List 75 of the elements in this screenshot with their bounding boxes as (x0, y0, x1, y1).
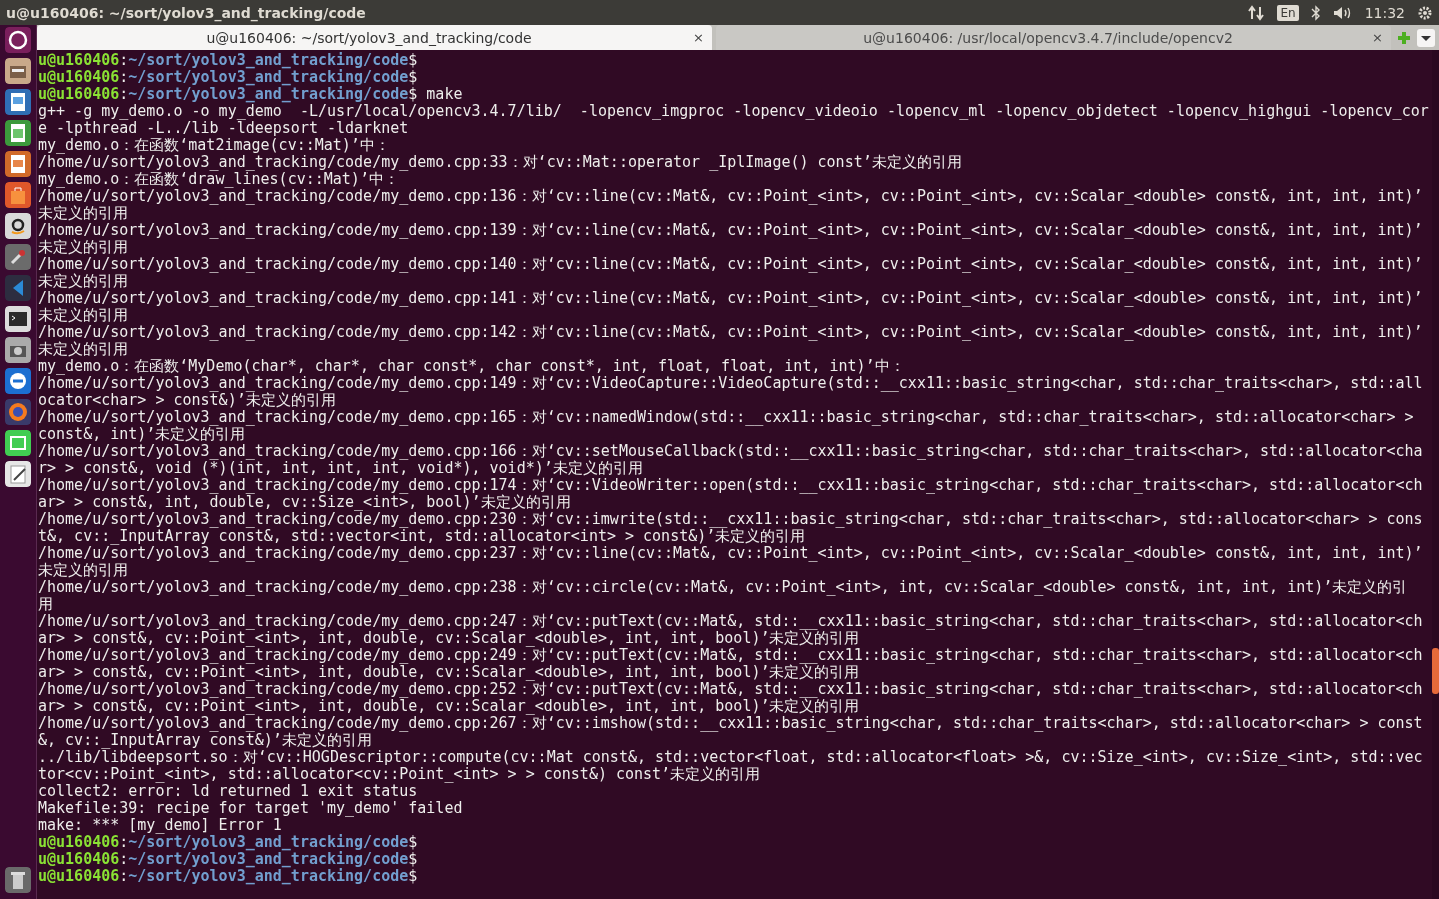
output-line: e -lpthread -L../lib -ldeepsort -ldarknet (38, 120, 409, 137)
volume-icon[interactable] (1332, 4, 1353, 21)
network-arrows-icon[interactable] (1247, 4, 1266, 21)
output-line: make: *** [my_demo] Error 1 (38, 817, 282, 834)
output-line: &, cv::_InputArray const&)’未定义的引用 (38, 732, 372, 749)
output-line: my_demo.o：在函数‘draw_lines(cv::Mat)’中： (38, 171, 399, 188)
output-line: /home/u/sort/yolov3_and_tracking/code/my_demo.cpp:142：对‘cv::line(cv::Mat&, cv::Point_<int>, cv::Point_<int>, cv::Scalar_<double> const&, int, int, int)’ (38, 324, 1423, 341)
output-line: /home/u/sort/yolov3_and_tracking/code/my_demo.cpp:166：对‘cv::setMouseCallback(std::__cxx11::basic_string<char, std::char_traits<char>, std::allocator<cha (38, 443, 1423, 460)
output-line: /home/u/sort/yolov3_and_tracking/code/my_demo.cpp:174：对‘cv::VideoWriter::open(std::__cxx11::basic_string<char, std::char_traits<char>, std::allocator<ch (38, 477, 1423, 494)
output-line: /home/u/sort/yolov3_and_tracking/code/my_demo.cpp:267：对‘cv::imshow(std::__cxx11::basic_string<char, std::char_traits<char>, std::allocator<char> > const (38, 715, 1423, 732)
presentation-icon[interactable] (5, 151, 31, 177)
prompt-line: u@u160406:~/sort/yolov3_and_tracking/code$ (38, 52, 418, 69)
prompt-line: u@u160406:~/sort/yolov3_and_tracking/code$ (38, 69, 418, 86)
output-line: 未定义的引用 (38, 205, 128, 222)
document-icon[interactable] (5, 89, 31, 115)
output-line: ocator<char> > const&)’未定义的引用 (38, 392, 336, 409)
shopping-bag-icon[interactable] (5, 182, 31, 208)
output-line: ar> > const&, int, double, cv::Size_<int>, bool)’未定义的引用 (38, 494, 571, 511)
output-line: /home/u/sort/yolov3_and_tracking/code/my_demo.cpp:247：对‘cv::putText(cv::Mat&, std::__cxx11::basic_string<char, std::char_traits<char>, std::allocator<ch (38, 613, 1423, 630)
tab-menu-dropdown[interactable] (1417, 28, 1435, 47)
output-line: t&, cv::_InputArray const&, std::vector<int, std::allocator<int> > const&)’未定义的引用 (38, 528, 806, 545)
output-line: ar> > const&, cv::Point_<int>, int, double, cv::Scalar_<double>, int, int, bool)’未定义的引用 (38, 630, 860, 647)
trash-icon[interactable] (5, 867, 31, 893)
output-line: /home/u/sort/yolov3_and_tracking/code/my_demo.cpp:141：对‘cv::line(cv::Mat&, cv::Point_<int>, cv::Point_<int>, cv::Scalar_<double> const&, int, int, int)’ (38, 290, 1423, 307)
spreadsheet-icon[interactable] (5, 120, 31, 146)
scrollbar-thumb[interactable] (1432, 648, 1439, 694)
output-line: 未定义的引用 (38, 239, 128, 256)
scrollbar[interactable] (1432, 50, 1439, 899)
output-line: my_demo.o：在函数‘mat2image(cv::Mat)’中： (38, 137, 390, 154)
bluetooth-icon[interactable] (1310, 4, 1321, 21)
prompt-line: u@u160406:~/sort/yolov3_and_tracking/code$ (38, 851, 418, 868)
output-line: tor<cv::Point_<int>, std::allocator<cv::Point_<int> > > const&) const’未定义的引用 (38, 766, 761, 783)
output-line: r> > const&, void (*)(int, int, int, int, void*), void*)’未定义的引用 (38, 460, 643, 477)
output-line: /home/u/sort/yolov3_and_tracking/code/my_demo.cpp:165：对‘cv::namedWindow(std::__cxx11::basic_string<char, std::char_traits<char>, std::allocator<char> > (38, 409, 1414, 426)
terminal-icon[interactable] (5, 306, 31, 332)
output-line: ar> > const&, cv::Point_<int>, int, double, cv::Scalar_<double>, int, int, bool)’未定义的引用 (38, 698, 860, 715)
output-line: /home/u/sort/yolov3_and_tracking/code/my_demo.cpp:230：对‘cv::imwrite(std::__cxx11::basic_string<char, std::char_traits<char>, std::allocator<char> > cons (38, 511, 1423, 528)
output-line: my_demo.o：在函数‘MyDemo(char*, char*, char const*, char const*, int, float, float, int, int)’中： (38, 358, 905, 375)
output-line: ar> > const&, cv::Point_<int>, int, double, cv::Scalar_<double>, int, int, bool)’未定义的引用 (38, 664, 860, 681)
wrench-icon[interactable] (5, 244, 31, 270)
output-line: 未定义的引用 (38, 341, 128, 358)
camera-icon[interactable] (5, 337, 31, 363)
output-line: Makefile:39: recipe for target 'my_demo' failed (38, 800, 463, 817)
output-line: 未定义的引用 (38, 307, 128, 324)
clock[interactable]: 11:32 (1364, 4, 1405, 21)
terminal-tab[interactable]: u@u160406: ~/sort/yolov3_and_tracking/code × (37, 25, 712, 50)
output-line: 用 (38, 596, 53, 613)
prompt-line: u@u160406:~/sort/yolov3_and_tracking/code$ (38, 834, 418, 851)
output-line: 未定义的引用 (38, 273, 128, 290)
output-line: /home/u/sort/yolov3_and_tracking/code/my_demo.cpp:249：对‘cv::putText(cv::Mat&, std::__cxx11::basic_string<char, std::char_traits<char>, std::allocator<ch (38, 647, 1423, 664)
tab-close-button[interactable]: × (693, 30, 704, 45)
output-line: /home/u/sort/yolov3_and_tracking/code/my_demo.cpp:136：对‘cv::line(cv::Mat&, cv::Point_<int>, cv::Point_<int>, cv::Scalar_<double> const&, int, int, int)’ (38, 188, 1423, 205)
output-line: ../lib/libdeepsort.so：对‘cv::HOGDescriptor::compute(cv::Mat const&, std::vector<float, std::allocator<float> >&, cv::Size_<int>, cv::Size_<int>, std::vec (38, 749, 1423, 766)
prompt-line: u@u160406:~/sort/yolov3_and_tracking/code$ (38, 868, 418, 885)
keyboard-layout-indicator[interactable]: En (1277, 4, 1299, 21)
text-editor-icon[interactable] (5, 461, 31, 487)
output-line: /home/u/sort/yolov3_and_tracking/code/my_demo.cpp:237：对‘cv::line(cv::Mat&, cv::Point_<int>, cv::Point_<int>, cv::Scalar_<double> const&, int, int, int)’ (38, 545, 1423, 562)
output-line: 未定义的引用 (38, 562, 128, 579)
tab-close-button[interactable]: × (1372, 30, 1383, 45)
window-title: u@u160406: ~/sort/yolov3_and_tracking/code (6, 4, 367, 21)
output-line: /home/u/sort/yolov3_and_tracking/code/my_demo.cpp:149：对‘cv::VideoCapture::VideoCapture(std::__cxx11::basic_string<char, std::char_traits<char>, std::all (38, 375, 1423, 392)
file-drawer-icon[interactable] (5, 58, 31, 84)
gear-icon[interactable] (1417, 4, 1433, 21)
output-line: /home/u/sort/yolov3_and_tracking/code/my_demo.cpp:140：对‘cv::line(cv::Mat&, cv::Point_<int>, cv::Point_<int>, cv::Scalar_<double> const&, int, int, int)’ (38, 256, 1423, 273)
output-line: g++ -g my_demo.o -o my_demo -L/usr/local/opencv3.4.7/lib/ -lopencv_imgproc -lopencv_videoio -lopencv_ml -lopencv_objdetect -lopencv_highgui -lopencv_cor (38, 103, 1429, 120)
tab-title: u@u160406: /usr/local/opencv3.4.7/include/opencv2 (862, 29, 1234, 46)
tab-title: u@u160406: ~/sort/yolov3_and_tracking/code (205, 29, 533, 46)
prompt-line: u@u160406:~/sort/yolov3_and_tracking/code$ make (38, 86, 463, 103)
output-line: collect2: error: ld returned 1 exit status (38, 783, 418, 800)
output-line: /home/u/sort/yolov3_and_tracking/code/my_demo.cpp:139：对‘cv::line(cv::Mat&, cv::Point_<int>, cv::Point_<int>, cv::Scalar_<double> const&, int, int, int)’ (38, 222, 1423, 239)
terminal-tab[interactable]: u@u160406: /usr/local/opencv3.4.7/include/opencv2 × (716, 25, 1391, 50)
output-line: /home/u/sort/yolov3_and_tracking/code/my_demo.cpp:252：对‘cv::putText(cv::Mat&, std::__cxx11::basic_string<char, std::char_traits<char>, std::allocator<ch (38, 681, 1423, 698)
output-line: /home/u/sort/yolov3_and_tracking/code/my_demo.cpp:33：对‘cv::Mat::operator _IplImage() const’未定义的引用 (38, 154, 962, 171)
output-line: /home/u/sort/yolov3_and_tracking/code/my_demo.cpp:238：对‘cv::circle(cv::Mat&, cv::Point_<int>, int, cv::Scalar_<double> const&, int, int, int)’未定义的引 (38, 579, 1408, 596)
output-line: const&, int)’未定义的引用 (38, 426, 246, 443)
